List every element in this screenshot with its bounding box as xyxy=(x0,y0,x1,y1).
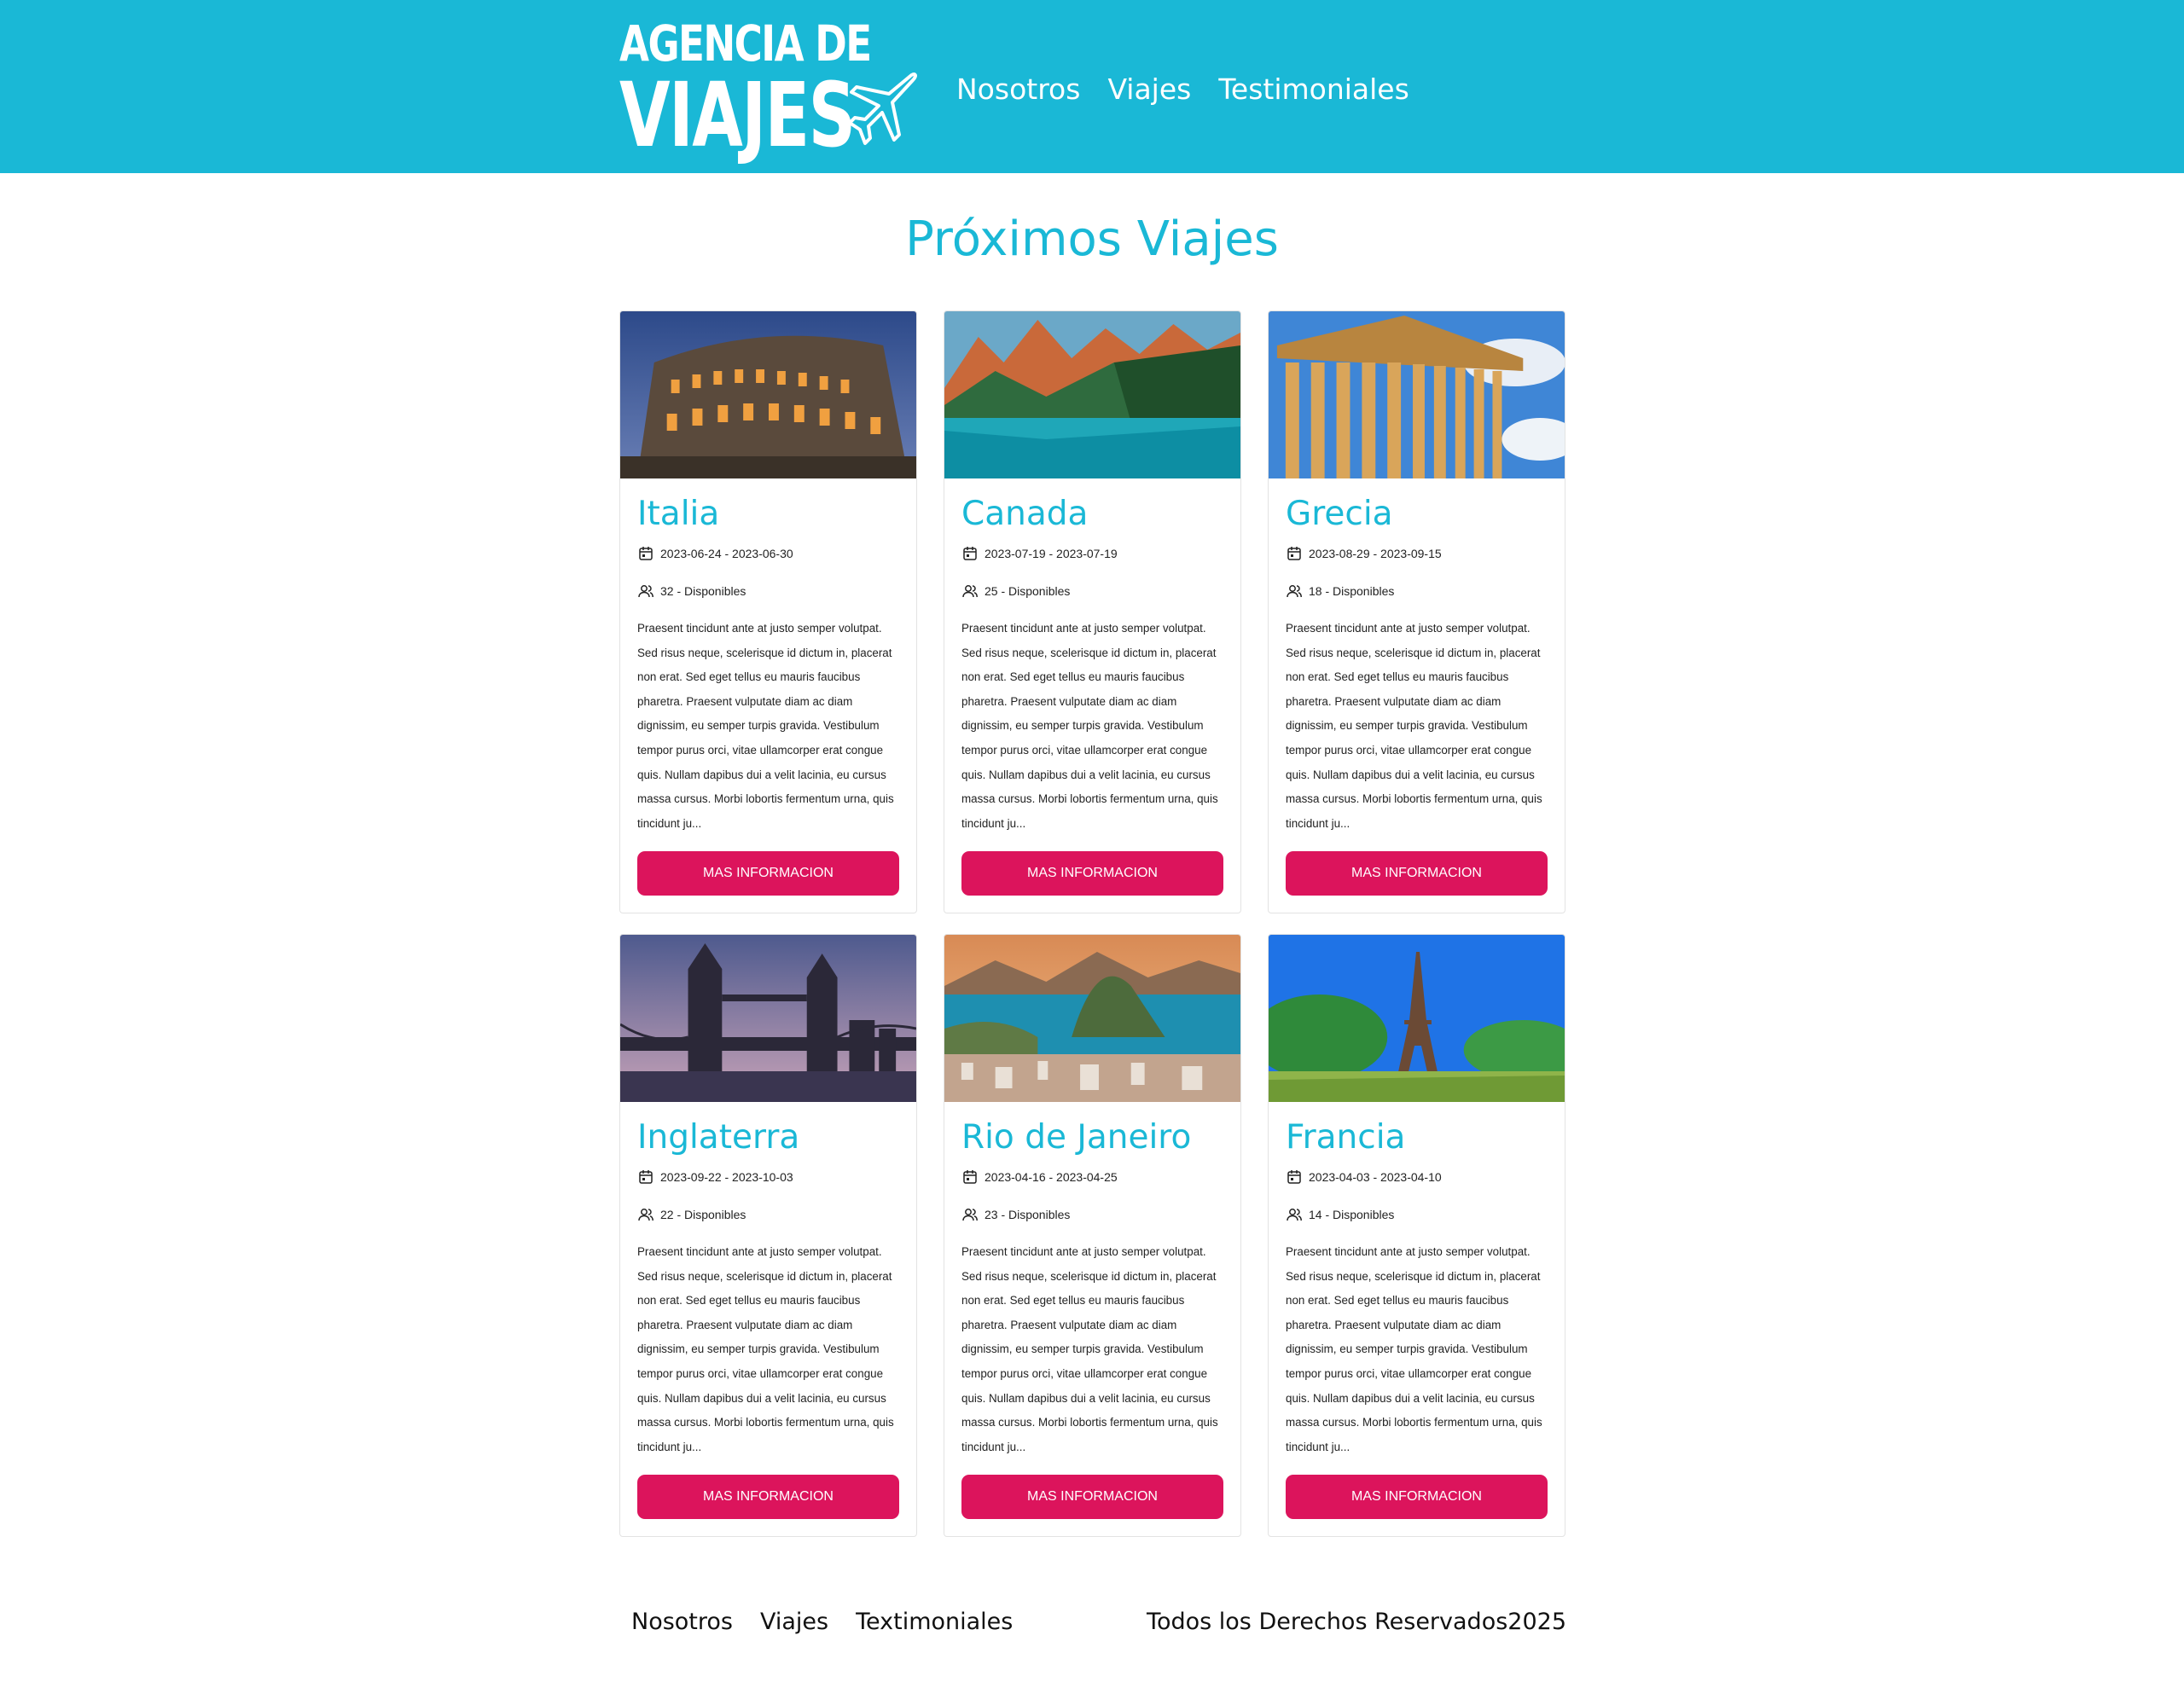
calendar-icon xyxy=(963,1170,977,1184)
main-nav: Nosotros Viajes Testimoniales xyxy=(956,68,1409,111)
trip-dates-text: 2023-04-16 - 2023-04-25 xyxy=(985,1170,1118,1184)
card-title: Canada xyxy=(961,495,1089,533)
card-body: Rio de Janeiro 2023-04-16 - 2023-04-25 2… xyxy=(944,1102,1240,1459)
trip-availability: 25 - Disponibles xyxy=(961,581,1223,601)
card-title: Italia xyxy=(637,495,720,533)
trip-dates-text: 2023-07-19 - 2023-07-19 xyxy=(985,547,1118,560)
trip-availability: 18 - Disponibles xyxy=(1286,581,1548,601)
page-title: Próximos Viajes xyxy=(905,212,1279,267)
trip-dates-text: 2023-08-29 - 2023-09-15 xyxy=(1309,547,1442,560)
card-body: Inglaterra 2023-09-22 - 2023-10-03 22 - … xyxy=(620,1102,916,1459)
trip-availability: 22 - Disponibles xyxy=(637,1204,899,1225)
card-title: Rio de Janeiro xyxy=(961,1118,1192,1157)
more-info-button[interactable]: MAS INFORMACION xyxy=(637,851,899,896)
more-info-button[interactable]: MAS INFORMACION xyxy=(1286,851,1548,896)
trip-availability-text: 18 - Disponibles xyxy=(1309,584,1395,598)
logo-text-bottom: VIAJES xyxy=(619,63,856,167)
card-title: Inglaterra xyxy=(637,1118,800,1157)
footer-link-testimoniales[interactable]: Textimoniales xyxy=(856,1609,1013,1635)
site-header: AGENCIA DE VIAJES Nosotros Viajes Testim… xyxy=(0,0,2184,173)
header-container: AGENCIA DE VIAJES Nosotros Viajes Testim… xyxy=(619,0,1566,173)
users-icon xyxy=(638,1209,653,1221)
trip-dates: 2023-04-03 - 2023-04-10 xyxy=(1286,1167,1548,1187)
trip-description: Praesent tincidunt ante at justo semper … xyxy=(1286,622,1542,830)
trip-availability-text: 25 - Disponibles xyxy=(985,584,1071,598)
trip-availability: 14 - Disponibles xyxy=(1286,1204,1548,1225)
trip-description: Praesent tincidunt ante at justo semper … xyxy=(961,1245,1218,1453)
site-footer: Nosotros Viajes Textimoniales Todos los … xyxy=(619,1598,1566,1650)
trip-availability: 23 - Disponibles xyxy=(961,1204,1223,1225)
trip-availability-text: 32 - Disponibles xyxy=(660,584,746,598)
footer-link-nosotros[interactable]: Nosotros xyxy=(631,1609,733,1635)
calendar-icon xyxy=(1287,1170,1301,1184)
calendar-icon xyxy=(1287,547,1301,560)
nav-link-viajes[interactable]: Viajes xyxy=(1107,68,1191,111)
calendar-icon xyxy=(639,547,653,560)
more-info-button[interactable]: MAS INFORMACION xyxy=(961,1475,1223,1519)
nav-link-testimoniales[interactable]: Testimoniales xyxy=(1218,68,1409,111)
trip-card: Canada 2023-07-19 - 2023-07-19 25 - Disp… xyxy=(944,310,1241,913)
users-icon xyxy=(1287,585,1302,598)
trip-availability-text: 22 - Disponibles xyxy=(660,1208,746,1221)
more-info-button[interactable]: MAS INFORMACION xyxy=(1286,1475,1548,1519)
card-title: Grecia xyxy=(1286,495,1393,533)
trip-dates: 2023-07-19 - 2023-07-19 xyxy=(961,543,1223,564)
trip-card: Grecia 2023-08-29 - 2023-09-15 18 - Disp… xyxy=(1268,310,1565,913)
airplane-icon xyxy=(848,72,917,145)
trip-card: Inglaterra 2023-09-22 - 2023-10-03 22 - … xyxy=(619,934,917,1537)
mountain-lake-photo xyxy=(944,311,1240,478)
users-icon xyxy=(638,585,653,598)
card-body: Canada 2023-07-19 - 2023-07-19 25 - Disp… xyxy=(944,478,1240,836)
more-info-button[interactable]: MAS INFORMACION xyxy=(961,851,1223,896)
trip-availability-text: 23 - Disponibles xyxy=(985,1208,1071,1221)
trip-availability: 32 - Disponibles xyxy=(637,581,899,601)
trip-dates-text: 2023-09-22 - 2023-10-03 xyxy=(660,1170,793,1184)
trip-dates-text: 2023-06-24 - 2023-06-30 xyxy=(660,547,793,560)
nav-link-nosotros[interactable]: Nosotros xyxy=(956,68,1080,111)
footer-link-viajes[interactable]: Viajes xyxy=(760,1609,828,1635)
users-icon xyxy=(962,1209,978,1221)
eiffel-tower-photo xyxy=(1269,935,1565,1102)
more-info-button[interactable]: MAS INFORMACION xyxy=(637,1475,899,1519)
parthenon-photo xyxy=(1269,311,1565,478)
card-body: Italia 2023-06-24 - 2023-06-30 32 - Disp… xyxy=(620,478,916,836)
trip-card: Italia 2023-06-24 - 2023-06-30 32 - Disp… xyxy=(619,310,917,913)
trip-description: Praesent tincidunt ante at justo semper … xyxy=(1286,1245,1542,1453)
users-icon xyxy=(962,585,978,598)
trip-dates: 2023-06-24 - 2023-06-30 xyxy=(637,543,899,564)
calendar-icon xyxy=(639,1170,653,1184)
users-icon xyxy=(1287,1209,1302,1221)
tower-bridge-photo xyxy=(620,935,916,1102)
trip-dates: 2023-09-22 - 2023-10-03 xyxy=(637,1167,899,1187)
copyright-text: Todos los Derechos Reservados2025 xyxy=(1147,1609,1566,1635)
footer-nav: Nosotros Viajes Textimoniales xyxy=(631,1609,1013,1635)
trip-description: Praesent tincidunt ante at justo semper … xyxy=(961,622,1218,830)
calendar-icon xyxy=(963,547,977,560)
trips-grid: Italia 2023-06-24 - 2023-06-30 32 - Disp… xyxy=(619,310,1566,1537)
colosseum-photo xyxy=(620,311,916,478)
card-title: Francia xyxy=(1286,1118,1406,1157)
card-body: Francia 2023-04-03 - 2023-04-10 14 - Dis… xyxy=(1269,1102,1565,1459)
trip-card: Rio de Janeiro 2023-04-16 - 2023-04-25 2… xyxy=(944,934,1241,1537)
trip-description: Praesent tincidunt ante at justo semper … xyxy=(637,1245,894,1453)
site-logo[interactable]: AGENCIA DE VIAJES xyxy=(619,15,918,162)
trip-description: Praesent tincidunt ante at justo semper … xyxy=(637,622,894,830)
trip-dates-text: 2023-04-03 - 2023-04-10 xyxy=(1309,1170,1442,1184)
trip-card: Francia 2023-04-03 - 2023-04-10 14 - Dis… xyxy=(1268,934,1565,1537)
card-body: Grecia 2023-08-29 - 2023-09-15 18 - Disp… xyxy=(1269,478,1565,836)
sugarloaf-bay-photo xyxy=(944,935,1240,1102)
trip-dates: 2023-08-29 - 2023-09-15 xyxy=(1286,543,1548,564)
trip-availability-text: 14 - Disponibles xyxy=(1309,1208,1395,1221)
trip-dates: 2023-04-16 - 2023-04-25 xyxy=(961,1167,1223,1187)
